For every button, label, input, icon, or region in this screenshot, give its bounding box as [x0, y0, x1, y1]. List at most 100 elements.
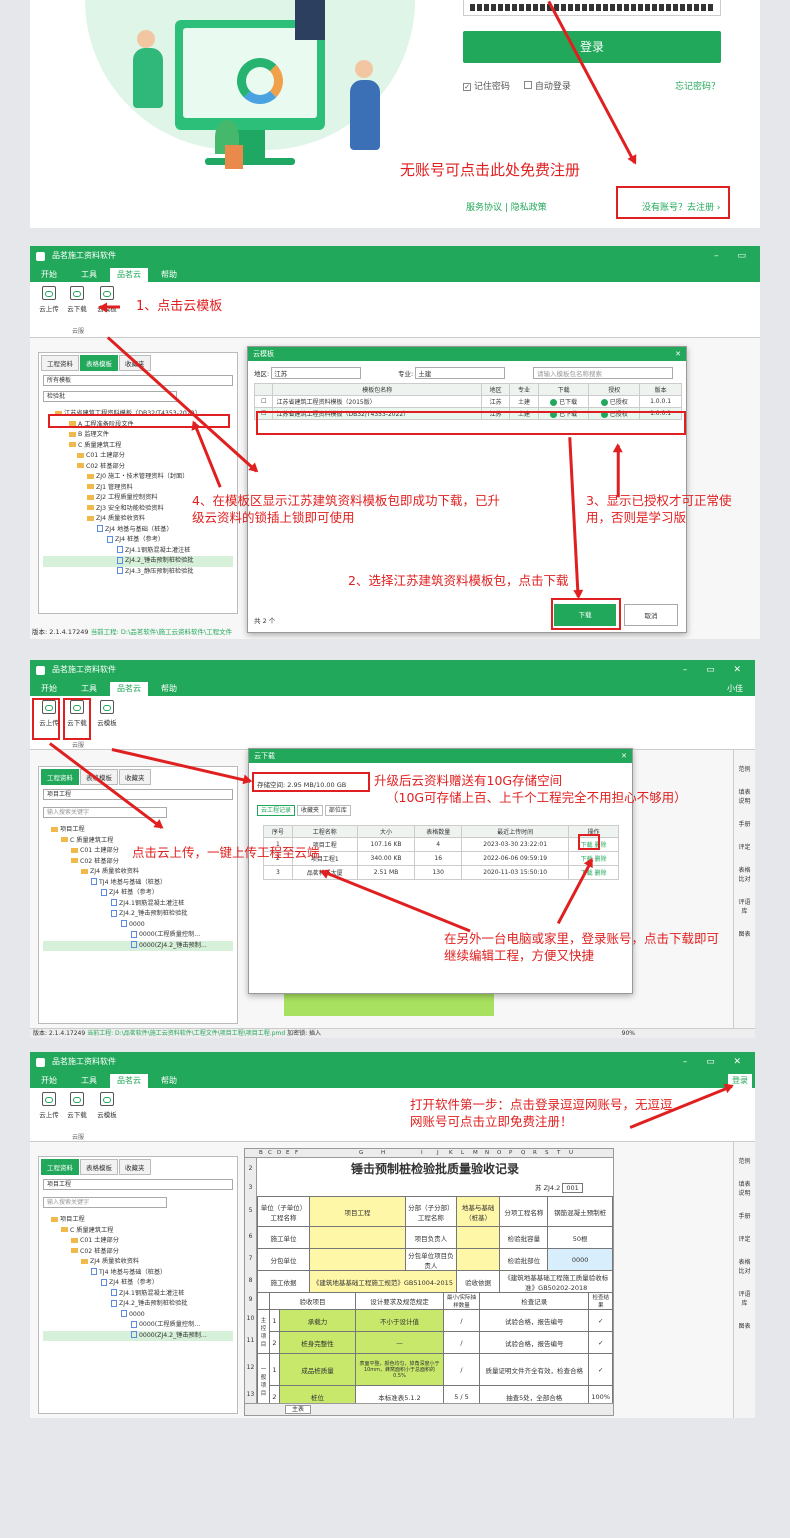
menu-help[interactable]: 帮助	[154, 1074, 184, 1088]
sidebar-manual[interactable]: 手册	[736, 1211, 753, 1220]
tree-node[interactable]: C01 土建部分	[43, 1236, 233, 1247]
sidebar-chart[interactable]: 图表	[736, 1321, 753, 1330]
tree-node[interactable]: ZJ4 地基与基础（桩基）	[43, 525, 233, 536]
template-filter-select[interactable]: 所有模板	[43, 375, 233, 386]
sidebar-evaluate[interactable]: 评定	[736, 842, 753, 851]
service-links[interactable]: 服务协议 | 隐私政策	[466, 200, 547, 213]
cloud-upload-button[interactable]: 云上传	[36, 1092, 62, 1119]
password-field[interactable]	[463, 0, 721, 16]
tree-node[interactable]: ZJ4 桩基（参考）	[43, 535, 233, 546]
close-icon[interactable]: ✕	[621, 749, 627, 763]
menu-cloud[interactable]: 品茗云	[110, 1074, 148, 1088]
close-icon[interactable]: ✕	[675, 347, 681, 361]
tree-node[interactable]: ZJ4.2_锤击预制桩检验批	[43, 909, 233, 920]
tree-node[interactable]: 项目工程	[43, 1215, 233, 1226]
tree-node[interactable]: ZJ0 施工・技术管理资料（封面）	[43, 472, 233, 483]
sidebar-compare[interactable]: 表格比对	[736, 865, 753, 883]
login-button[interactable]: 登录	[463, 31, 721, 63]
register-link[interactable]: 没有账号？去注册 ›	[642, 200, 720, 213]
tab-favorites[interactable]: 收藏夹	[119, 1159, 151, 1175]
major-select[interactable]: 土建	[415, 367, 506, 379]
sidebar-example[interactable]: 范例	[736, 1156, 753, 1165]
cloud-template-button[interactable]: 云模板	[94, 1092, 120, 1119]
auto-login-checkbox[interactable]	[524, 81, 532, 89]
window-controls[interactable]: – ▭ ✕	[683, 660, 749, 680]
tree-node[interactable]: C 质量建筑工程	[43, 1226, 233, 1237]
tree-node[interactable]: ZJ4 桩基（参考）	[43, 1278, 233, 1289]
tree-node[interactable]: TJ4 地基与基础（桩基）	[43, 1268, 233, 1279]
sheet-tab-main[interactable]: 主表	[285, 1405, 312, 1414]
tree-node[interactable]: ZJ4.3_静压预制桩检验批	[43, 567, 233, 578]
menu-start[interactable]: 开始	[34, 1074, 64, 1088]
sidebar-chart[interactable]: 图表	[736, 929, 753, 938]
menu-help[interactable]: 帮助	[154, 268, 184, 282]
tree-node[interactable]: C02 桩基部分	[43, 1247, 233, 1258]
user-name[interactable]: 小佳	[720, 682, 750, 696]
table-row[interactable]: ☐ 江苏省建筑工程资料模板（2015版） 江苏 土建 已下载 已授权 1.0.0.1	[253, 395, 682, 408]
sidebar-manual[interactable]: 手册	[736, 819, 753, 828]
cloud-download-button[interactable]: 云下载	[64, 1092, 90, 1119]
tree-node[interactable]: ZJ4.2_锤击预制桩检验批	[43, 556, 233, 567]
tree-node[interactable]: 项目工程	[43, 825, 233, 836]
dialog-search-input[interactable]: 请输入模板包名称搜索	[533, 367, 673, 379]
menu-tools[interactable]: 工具	[74, 1074, 104, 1088]
cloud-upload-button[interactable]: 云上传	[36, 286, 62, 313]
sidebar-evaluate[interactable]: 评定	[736, 1234, 753, 1243]
remember-password[interactable]: ✓ 记住密码	[463, 79, 510, 92]
tree-node[interactable]: C02 桩基部分	[43, 462, 233, 473]
sidebar-compare[interactable]: 表格比对	[736, 1257, 753, 1275]
tree-node[interactable]: 0000(工程质量控制...	[43, 930, 233, 941]
menu-tools[interactable]: 工具	[74, 268, 104, 282]
cancel-button[interactable]: 取消	[624, 604, 678, 626]
tree-node[interactable]: ZJ4 质量验收资料	[43, 867, 233, 878]
cloud-template-button[interactable]: 云模板	[94, 700, 120, 727]
tab-favorites[interactable]: 收藏夹	[119, 769, 151, 785]
tree-node[interactable]: ZJ4.1钢筋混凝土灌注桩	[43, 546, 233, 557]
tree-search-input[interactable]: 输入搜索关键字	[43, 1197, 167, 1208]
tab-project[interactable]: 工程资料	[41, 1159, 79, 1175]
tree-node[interactable]: ZJ4.2_锤击预制桩检验批	[43, 1299, 233, 1310]
forgot-password-link[interactable]: 忘记密码？	[675, 79, 720, 92]
tree-node[interactable]: 0000	[43, 1310, 233, 1321]
window-controls[interactable]: – ▭ ✕	[683, 1052, 749, 1072]
tab-cloud-records[interactable]: 云工程记录	[257, 805, 296, 816]
tab-project[interactable]: 工程资料	[41, 769, 79, 785]
window-controls[interactable]: – ▭	[714, 246, 754, 266]
menu-start[interactable]: 开始	[34, 682, 64, 696]
tree-node[interactable]: 0000	[43, 920, 233, 931]
tree-node[interactable]: ZJ4.1钢筋混凝土灌注桩	[43, 1289, 233, 1300]
row-actions[interactable]: 下载 删除	[568, 865, 619, 880]
tab-project[interactable]: 工程资料	[41, 355, 79, 371]
region-select[interactable]: 江苏	[271, 367, 362, 379]
sidebar-guide[interactable]: 填表说明	[736, 1179, 753, 1197]
tree-node[interactable]: ZJ4 质量验收资料	[43, 1257, 233, 1268]
tree-node[interactable]: TJ4 地基与基础（桩基）	[43, 878, 233, 889]
project-select[interactable]: 项目工程	[43, 1179, 233, 1190]
table-row[interactable]: 3品茗科技大厦2.51 MB1302020-11-03 15:50:10下载 删…	[263, 865, 619, 880]
tree-search-input[interactable]: 检验批	[43, 391, 177, 402]
tab-favorites[interactable]: 收藏夹	[296, 805, 323, 816]
sidebar-guide[interactable]: 填表说明	[736, 787, 753, 805]
sidebar-example[interactable]: 范例	[736, 764, 753, 773]
tree-node[interactable]: ZJ4 桩基（参考）	[43, 888, 233, 899]
tree-node[interactable]: 0000(ZJ4.2_锤击预制...	[43, 940, 233, 951]
project-select[interactable]: 项目工程	[43, 789, 233, 800]
menu-cloud[interactable]: 品茗云	[110, 268, 148, 282]
sidebar-comments[interactable]: 评语库	[736, 897, 753, 915]
cloud-download-button[interactable]: 云下载	[64, 286, 90, 313]
project-name-cell[interactable]: 项目工程	[309, 1196, 406, 1227]
menu-tools[interactable]: 工具	[74, 682, 104, 696]
tab-location-lib[interactable]: 部位库	[324, 805, 351, 816]
remember-checkbox[interactable]: ✓	[463, 83, 471, 91]
menu-help[interactable]: 帮助	[154, 682, 184, 696]
tree-node[interactable]: B 监理文件	[43, 430, 233, 441]
tab-template[interactable]: 表格模板	[80, 1159, 118, 1175]
sidebar-comments[interactable]: 评语库	[736, 1289, 753, 1307]
tab-template[interactable]: 表格模板	[80, 355, 118, 371]
tree-node[interactable]: ZJ4.1钢筋混凝土灌注桩	[43, 899, 233, 910]
auto-login[interactable]: 自动登录	[524, 79, 571, 92]
tree-node[interactable]: 0000(工程质量控制...	[43, 1320, 233, 1331]
menu-start[interactable]: 开始	[34, 268, 64, 282]
tree-node[interactable]: 0000(ZJ4.2_锤击预制...	[43, 1330, 233, 1341]
menu-cloud[interactable]: 品茗云	[110, 682, 148, 696]
